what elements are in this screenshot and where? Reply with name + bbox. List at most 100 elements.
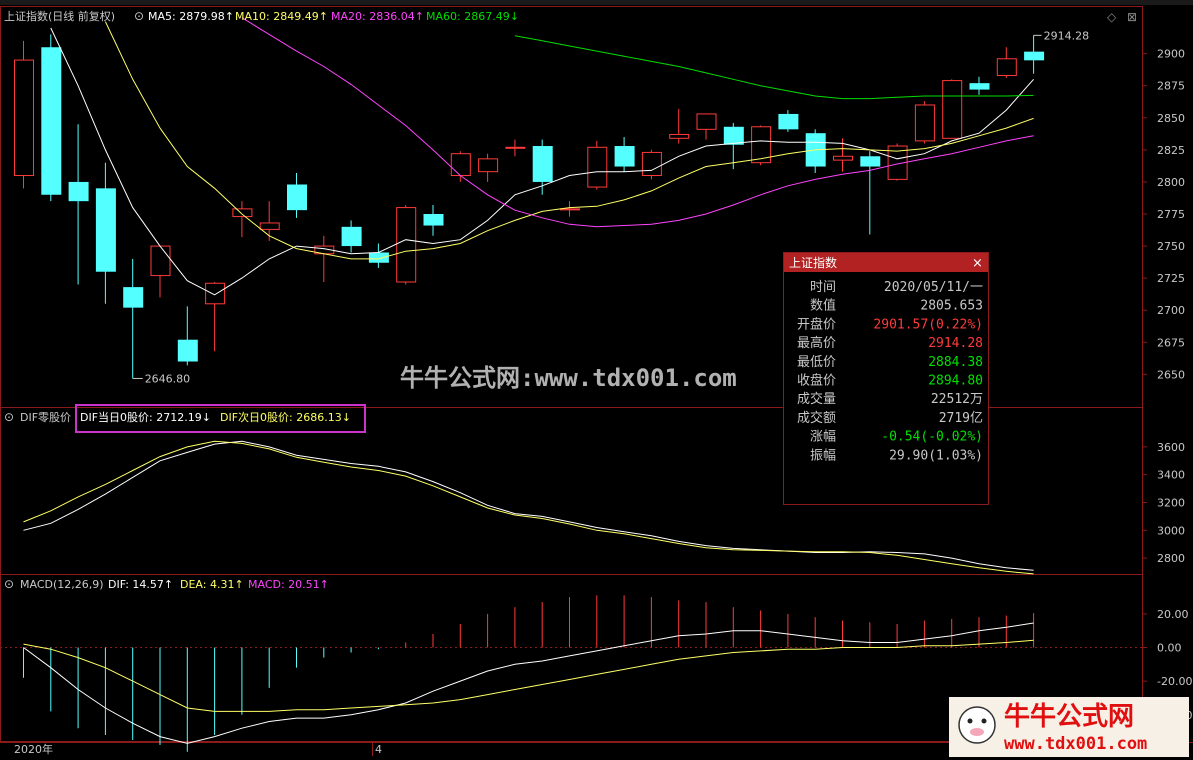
diamond-icon[interactable]: ◇	[1107, 10, 1117, 24]
candle-body	[505, 146, 526, 149]
candle-body	[368, 252, 389, 263]
candle	[860, 151, 881, 235]
ma20-readout: MA20: 2836.04↑	[331, 10, 424, 23]
popup-row-label: 最高价	[797, 335, 836, 351]
y-tick-label: 0.00	[1157, 642, 1182, 655]
close-panel-icon[interactable]: ⊠	[1127, 10, 1137, 24]
candle	[969, 76, 990, 95]
popup-row-value: 22512万	[931, 392, 983, 407]
candle	[341, 220, 362, 253]
dif-tomorrow-readout: DIF次日0股价: 2686.13↓	[220, 410, 351, 424]
popup-row-label: 时间	[810, 280, 836, 295]
candle	[95, 162, 116, 304]
candle	[287, 172, 307, 218]
popup-row-label: 涨幅	[810, 430, 836, 445]
popup-row-label: 成交额	[797, 410, 836, 426]
y-tick-label: 3600	[1157, 441, 1185, 454]
y-tick-label: -20.00	[1157, 675, 1192, 688]
popup-row-label: 最低价	[797, 355, 836, 370]
candle-body	[696, 113, 717, 130]
candle-body	[205, 282, 226, 305]
macd-dea-line	[23, 639, 1034, 712]
macd-dif-line	[23, 622, 1034, 744]
dif-today-readout: DIF当日0股价: 2712.19↓	[80, 410, 211, 424]
candle-body	[396, 207, 417, 283]
candle	[450, 151, 471, 182]
candle-body	[478, 158, 499, 173]
popup-row-value: 2914.28	[928, 336, 983, 351]
candle	[996, 47, 1017, 79]
candle	[532, 139, 553, 195]
candle-body	[860, 156, 881, 167]
candle	[614, 137, 635, 172]
candle	[205, 281, 226, 352]
cow-mascot-icon	[958, 706, 996, 744]
y-tick-label: 3200	[1157, 496, 1185, 509]
y-tick-label: 2725	[1157, 272, 1185, 285]
candle	[259, 201, 280, 241]
macd-bars-layer	[23, 595, 1035, 752]
candle	[1024, 35, 1045, 74]
chart-stage[interactable]: 2650 2675 2700 2725 2750 2775 2800 2825 2850 2875…	[0, 0, 1193, 760]
dif-panel-title: DIF零股价	[20, 411, 71, 424]
dropdown-icon[interactable]: ⊙	[134, 9, 144, 23]
watermark-text: 牛牛公式网:www.tdx001.com	[400, 364, 737, 392]
data-popup[interactable]: 上证指数 × 时间 2020/05/11/一数值 2805.653 开盘价 2901.5…	[783, 252, 989, 505]
candle	[41, 34, 62, 202]
candle-body	[14, 59, 34, 177]
y-tick-label: 2875	[1157, 80, 1185, 93]
candle-body	[423, 214, 444, 226]
logo-url: www.tdx001.com	[1004, 734, 1147, 754]
candle-body	[177, 339, 198, 362]
candle-body	[41, 47, 62, 195]
macd-header: ⊙ MACD(12,26,9) DIF: 14.57↑ DEA: 4.31↑ M…	[4, 577, 329, 591]
popup-row-value: -0.54(-0.02%)	[881, 430, 983, 445]
candle-body	[450, 153, 471, 177]
candle	[942, 79, 963, 139]
ma10-readout: MA10: 2849.49↑	[235, 10, 328, 23]
y-tick-label: 2700	[1157, 304, 1185, 317]
candle-body	[341, 226, 362, 247]
candle	[177, 306, 198, 366]
candle-body	[614, 146, 635, 167]
popup-title: 上证指数	[789, 255, 837, 270]
cow-eye-icon	[981, 718, 987, 724]
top-menu-strip	[0, 0, 1193, 5]
popup-row-value: 2805.653	[920, 299, 983, 314]
candle	[14, 40, 34, 189]
candle	[505, 139, 526, 157]
candle-body	[969, 83, 990, 90]
dropdown-icon[interactable]: ⊙	[4, 410, 14, 424]
candle	[587, 140, 608, 190]
candle-body	[778, 113, 799, 130]
candle	[423, 205, 444, 236]
y-tick-label: 3400	[1157, 469, 1185, 482]
dif-y-grid: 2800 3000 3200 3400 3600	[1142, 441, 1185, 565]
candle	[368, 243, 389, 268]
main-header: 上证指数(日线 前复权) ⊙ MA5: 2879.98↑ MA10: 2849.…	[4, 9, 1137, 24]
candle-body	[914, 104, 935, 142]
candle	[887, 143, 908, 181]
candle-body	[996, 58, 1017, 76]
candle	[478, 153, 499, 182]
candle-body	[560, 208, 580, 211]
popup-close-icon[interactable]: ×	[972, 256, 983, 271]
macd-value-readout: MACD: 20.51↑	[248, 578, 329, 591]
y-tick-label: 2775	[1157, 208, 1185, 221]
candle-body	[833, 155, 853, 161]
candle-body	[232, 208, 253, 218]
macd-dif-readout: DIF: 14.57↑	[108, 578, 173, 591]
candle-body	[641, 151, 662, 177]
dropdown-icon[interactable]: ⊙	[4, 577, 14, 591]
logo-title: 牛牛公式网	[1004, 702, 1134, 732]
ma5-readout: MA5: 2879.98↑	[148, 10, 234, 23]
candle-body	[723, 126, 744, 145]
candle	[150, 245, 171, 298]
candle-body	[95, 188, 116, 272]
y-tick-label: 20.00	[1157, 608, 1189, 621]
popup-row-value: 2719亿	[939, 411, 983, 426]
popup-row-value: 2894.80	[928, 374, 983, 389]
time-label-month: 4	[375, 743, 382, 756]
candle-body	[123, 287, 144, 308]
main-title: 上证指数(日线 前复权)	[4, 9, 115, 23]
